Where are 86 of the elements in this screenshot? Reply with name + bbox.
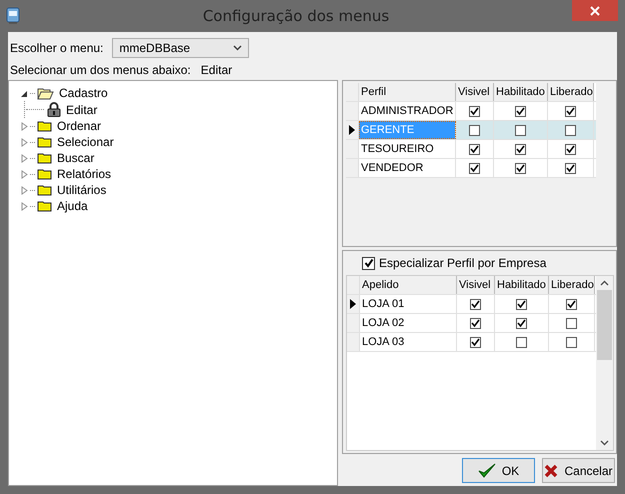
folder-icon bbox=[37, 200, 52, 212]
menu-label: Escolher o menu: bbox=[10, 41, 104, 55]
scroll-down-icon[interactable] bbox=[600, 440, 609, 446]
column-header[interactable]: Habilitado bbox=[495, 276, 549, 294]
folder-icon bbox=[37, 120, 52, 132]
column-header[interactable]: Apelido bbox=[360, 276, 457, 294]
row-header-cell[interactable] bbox=[347, 314, 360, 332]
row-header-cell[interactable] bbox=[346, 121, 359, 139]
close-button[interactable] bbox=[572, 0, 618, 21]
expand-arrow-icon[interactable] bbox=[21, 186, 28, 194]
checkbox[interactable] bbox=[566, 318, 577, 328]
table-cell: GERENTE bbox=[359, 121, 456, 139]
checkbox[interactable] bbox=[515, 144, 526, 154]
checkbox[interactable] bbox=[515, 162, 526, 174]
window-title: Configuração dos menus bbox=[202, 7, 390, 25]
column-header[interactable]: Perfil bbox=[359, 83, 456, 101]
checkbox[interactable] bbox=[565, 106, 576, 116]
table-cell: LOJA 01 bbox=[360, 295, 457, 313]
folder-icon bbox=[37, 152, 52, 164]
checkbox[interactable] bbox=[515, 124, 526, 136]
row-pointer-icon bbox=[349, 125, 355, 135]
checkbox[interactable] bbox=[469, 162, 480, 174]
column-header[interactable]: Visivel bbox=[457, 276, 495, 294]
checkbox[interactable] bbox=[515, 106, 526, 116]
column-header[interactable]: Visivel bbox=[456, 83, 494, 101]
selection-label: Selecionar um dos menus abaixo: bbox=[10, 63, 191, 77]
checkbox[interactable] bbox=[470, 298, 481, 310]
folder-icon bbox=[37, 136, 52, 148]
tree-item[interactable]: Ordenar bbox=[57, 119, 102, 133]
column-header[interactable]: Liberado bbox=[548, 83, 594, 101]
checkbox[interactable] bbox=[565, 144, 576, 154]
tree-item[interactable]: Utilitários bbox=[57, 183, 106, 197]
collapse-arrow-icon[interactable] bbox=[21, 88, 28, 98]
row-header-cell[interactable] bbox=[346, 159, 359, 177]
ok-button[interactable]: OK bbox=[462, 458, 535, 483]
checkbox[interactable] bbox=[565, 162, 576, 174]
tree-item[interactable]: Ajuda bbox=[57, 199, 88, 213]
table-cell: LOJA 03 bbox=[360, 333, 457, 351]
app-icon bbox=[6, 7, 20, 25]
column-header[interactable]: Liberado bbox=[549, 276, 595, 294]
tree-item[interactable]: Editar bbox=[66, 102, 98, 116]
menu-dropdown[interactable]: mmeDBBase bbox=[112, 38, 250, 58]
column-header[interactable]: Habilitado bbox=[494, 83, 548, 101]
expand-arrow-icon[interactable] bbox=[21, 202, 28, 210]
close-icon bbox=[544, 464, 558, 478]
scrollbar[interactable] bbox=[596, 276, 613, 450]
close-icon bbox=[590, 6, 600, 16]
checkbox[interactable] bbox=[516, 318, 527, 328]
checkbox[interactable] bbox=[566, 336, 577, 348]
open-folder-icon bbox=[37, 86, 54, 100]
checkbox[interactable] bbox=[516, 336, 527, 348]
checkbox[interactable] bbox=[469, 106, 480, 116]
row-header-cell[interactable] bbox=[346, 140, 359, 158]
checkmark-icon bbox=[478, 462, 496, 478]
tree-item[interactable]: Buscar bbox=[57, 151, 94, 165]
tree-item[interactable]: Cadastro bbox=[59, 86, 108, 100]
expand-arrow-icon[interactable] bbox=[21, 138, 28, 146]
selection-value: Editar bbox=[200, 63, 232, 77]
checkbox[interactable] bbox=[565, 124, 576, 136]
row-header-cell[interactable] bbox=[347, 333, 360, 351]
table-cell: ADMINISTRADOR bbox=[359, 102, 456, 120]
checkbox[interactable] bbox=[469, 144, 480, 154]
row-header-cell[interactable] bbox=[347, 295, 360, 313]
expand-arrow-icon[interactable] bbox=[21, 122, 28, 130]
table-cell: VENDEDOR bbox=[359, 159, 456, 177]
table-cell: TESOUREIRO bbox=[359, 140, 456, 158]
checkbox[interactable] bbox=[516, 298, 527, 310]
checkbox[interactable] bbox=[362, 256, 375, 270]
checkbox-label: Especializar Perfil por Empresa bbox=[379, 256, 546, 270]
checkbox[interactable] bbox=[470, 336, 481, 348]
tree-item[interactable]: Selecionar bbox=[57, 135, 114, 149]
table-cell: LOJA 02 bbox=[360, 314, 457, 332]
checkbox[interactable] bbox=[469, 124, 480, 136]
folder-icon bbox=[37, 168, 52, 180]
expand-arrow-icon[interactable] bbox=[21, 154, 28, 162]
row-pointer-icon bbox=[350, 299, 356, 309]
row-header-cell[interactable] bbox=[346, 102, 359, 120]
folder-icon bbox=[37, 184, 52, 196]
expand-arrow-icon[interactable] bbox=[21, 170, 28, 178]
checkbox[interactable] bbox=[566, 298, 577, 310]
tree-item[interactable]: Relatórios bbox=[57, 167, 112, 181]
checkbox[interactable] bbox=[470, 318, 481, 328]
padlock-icon bbox=[47, 102, 61, 117]
scroll-up-icon[interactable] bbox=[600, 280, 609, 286]
cancel-button[interactable]: Cancelar bbox=[542, 458, 615, 483]
chevron-down-icon bbox=[233, 45, 242, 51]
